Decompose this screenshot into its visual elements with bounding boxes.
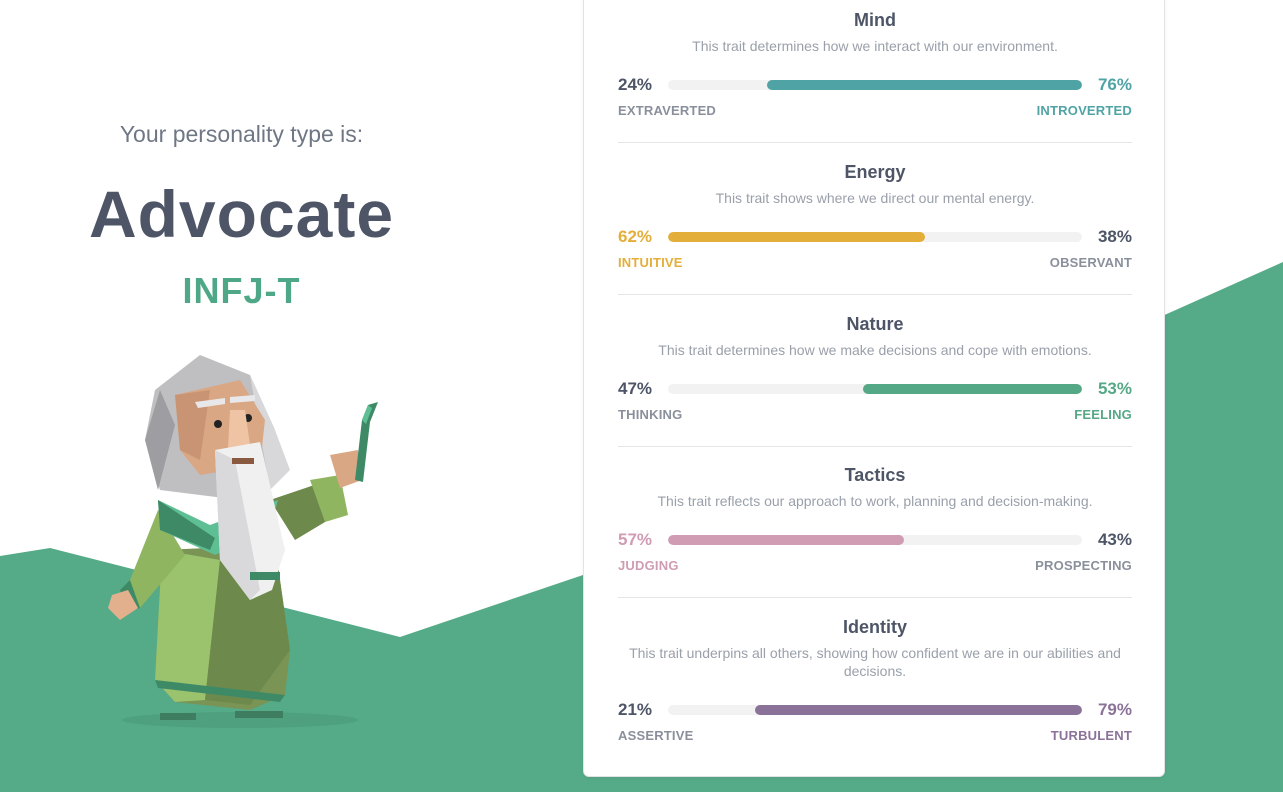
left-percent: 21% [618, 700, 653, 719]
trait-progress-fill [862, 384, 1082, 394]
left-label: JUDGING [618, 558, 679, 573]
trait-labels: THINKING FEELING [618, 407, 1132, 425]
right-percent: 43% [1097, 530, 1132, 549]
trait-title: Tactics [844, 465, 906, 485]
trait-bar-row: 24% 76% [618, 74, 1132, 96]
left-label: THINKING [618, 407, 683, 422]
trait-progress-fill [767, 80, 1082, 90]
left-percent: 47% [618, 379, 653, 398]
trait-labels: INTUITIVE OBSERVANT [618, 255, 1132, 273]
trait-progress-track [668, 232, 1082, 242]
right-label: TURBULENT [1050, 728, 1132, 743]
trait-progress-fill [668, 232, 925, 242]
trait-nature: Nature This trait determines how we make… [618, 313, 1132, 425]
profile-panel: Your personality type is: Advocate INFJ-… [0, 0, 483, 792]
left-label: INTUITIVE [618, 255, 683, 270]
trait-labels: ASSERTIVE TURBULENT [618, 728, 1132, 746]
trait-bar-row: 62% 38% [618, 226, 1132, 248]
divider [618, 446, 1132, 447]
trait-progress-fill [754, 705, 1082, 715]
trait-energy: Energy This trait shows where we direct … [618, 161, 1132, 273]
trait-tactics: Tactics This trait reflects our approach… [618, 464, 1132, 576]
trait-bar-row: 47% 53% [618, 378, 1132, 400]
trait-labels: EXTRAVERTED INTROVERTED [618, 103, 1132, 121]
right-percent: 76% [1097, 75, 1132, 94]
trait-bar-row: 57% 43% [618, 529, 1132, 551]
right-percent: 79% [1097, 700, 1132, 719]
trait-results-card: Mind This trait determines how we intera… [583, 0, 1165, 777]
trait-description: This trait determines how we interact wi… [692, 38, 1058, 54]
right-label: PROSPECTING [1035, 558, 1132, 573]
trait-bar-row: 21% 79% [618, 699, 1132, 721]
trait-description: This trait reflects our approach to work… [657, 493, 1093, 509]
trait-progress-track [668, 80, 1082, 90]
left-label: ASSERTIVE [618, 728, 694, 743]
divider [618, 142, 1132, 143]
advocate-wizard-icon [108, 355, 378, 728]
trait-progress-track [668, 384, 1082, 394]
personality-type-name: Advocate [88, 177, 395, 251]
trait-progress-track [668, 535, 1082, 545]
trait-title: Nature [846, 314, 904, 334]
trait-description: This trait shows where we direct our men… [715, 190, 1035, 206]
trait-title: Mind [854, 10, 896, 30]
trait-title: Identity [842, 617, 907, 637]
right-percent: 53% [1097, 379, 1132, 398]
left-percent: 62% [618, 227, 653, 246]
left-percent: 57% [618, 530, 653, 549]
intro-text: Your personality type is: [119, 121, 364, 147]
divider [618, 294, 1132, 295]
right-label: INTROVERTED [1036, 103, 1132, 118]
left-percent: 24% [618, 75, 653, 94]
divider [618, 597, 1132, 598]
trait-title: Energy [844, 162, 906, 182]
right-label: FEELING [1074, 407, 1132, 422]
trait-description: This trait underpins all others, showing… [629, 645, 1121, 679]
right-percent: 38% [1097, 227, 1132, 246]
trait-labels: JUDGING PROSPECTING [618, 558, 1132, 576]
trait-progress-track [668, 705, 1082, 715]
trait-progress-fill [668, 535, 904, 545]
personality-type-code: INFJ-T [182, 270, 301, 311]
trait-identity: Identity This trait underpins all others… [618, 616, 1132, 746]
right-label: OBSERVANT [1049, 255, 1132, 270]
trait-mind: Mind This trait determines how we intera… [618, 9, 1132, 121]
left-label: EXTRAVERTED [618, 103, 717, 118]
trait-description: This trait determines how we make decisi… [658, 342, 1092, 358]
